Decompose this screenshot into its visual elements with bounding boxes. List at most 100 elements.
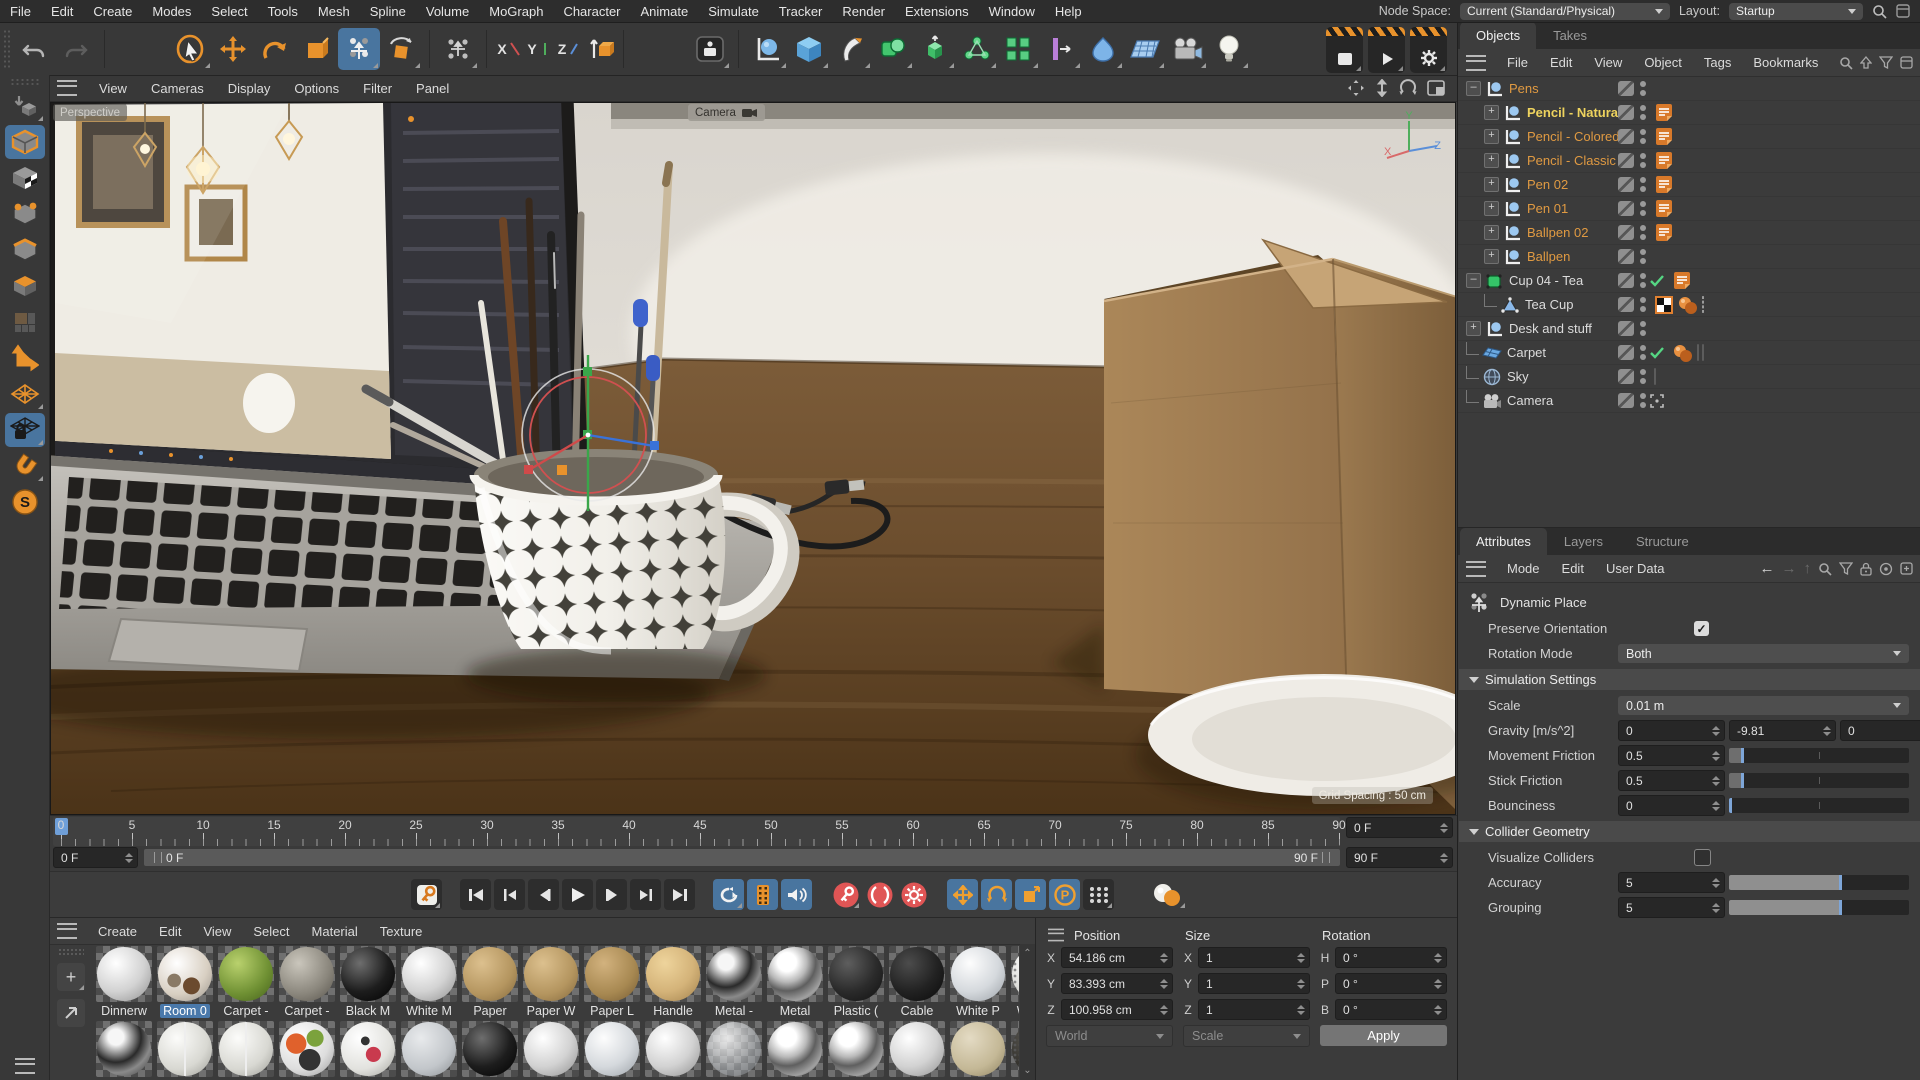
material-thumbnail[interactable] bbox=[828, 1021, 884, 1077]
attribute-menu-mode[interactable]: Mode bbox=[1496, 561, 1551, 576]
keyframe-selection-button[interactable] bbox=[1083, 879, 1114, 910]
visibility-dots[interactable] bbox=[1640, 105, 1646, 120]
object-row-ballpen-02[interactable]: + Ballpen 02 bbox=[1458, 221, 1920, 245]
rotation-p-field[interactable]: 0 ° bbox=[1335, 973, 1447, 994]
menu-help[interactable]: Help bbox=[1045, 4, 1092, 19]
record-parameter-button[interactable]: P bbox=[1049, 879, 1080, 910]
material-menu-material[interactable]: Material bbox=[301, 924, 369, 939]
goto-next-frame-button[interactable] bbox=[596, 879, 627, 910]
menu-render[interactable]: Render bbox=[832, 4, 895, 19]
visibility-dots[interactable] bbox=[1640, 177, 1646, 192]
menu-simulate[interactable]: Simulate bbox=[698, 4, 769, 19]
material-thumbnail[interactable] bbox=[157, 946, 213, 1002]
rotation-mode-select[interactable]: Both bbox=[1618, 644, 1909, 663]
object-name[interactable]: Ballpen bbox=[1527, 249, 1570, 264]
null-object-icon[interactable] bbox=[1502, 128, 1522, 146]
accuracy-field[interactable]: 5 bbox=[1618, 872, 1725, 893]
camera-label[interactable]: Camera bbox=[688, 104, 765, 121]
material-thumbnail[interactable] bbox=[340, 1021, 396, 1077]
note-tag[interactable] bbox=[1654, 175, 1674, 195]
material-thumbnail[interactable] bbox=[767, 946, 823, 1002]
toolbar-grip[interactable] bbox=[3, 28, 10, 69]
dolly-view-icon[interactable] bbox=[1375, 79, 1389, 97]
material-thumbnail[interactable] bbox=[889, 946, 945, 1002]
attribute-menu-edit[interactable]: Edit bbox=[1551, 561, 1595, 576]
model-mode-button[interactable] bbox=[4, 125, 45, 159]
object-name[interactable]: Carpet bbox=[1507, 345, 1546, 360]
material-thumbnail[interactable] bbox=[950, 1021, 1006, 1077]
goto-prev-key-button[interactable] bbox=[494, 879, 525, 910]
expand-toggle[interactable]: – bbox=[1466, 273, 1481, 288]
make-editable-button[interactable] bbox=[5, 89, 45, 123]
material-label[interactable]: White P bbox=[953, 1004, 1003, 1018]
visibility-dots[interactable] bbox=[1640, 225, 1646, 240]
record-scale-button[interactable] bbox=[1015, 879, 1046, 910]
null-object-button[interactable] bbox=[746, 28, 788, 70]
material-item[interactable]: Handle bbox=[644, 946, 702, 1018]
material-scrollbar[interactable]: ⌃ ⌄ bbox=[1020, 944, 1035, 1080]
material-item[interactable] bbox=[95, 1021, 153, 1077]
visibility-dots[interactable] bbox=[1640, 321, 1646, 336]
material-item[interactable] bbox=[644, 1021, 702, 1077]
toggle-views-icon[interactable] bbox=[1427, 80, 1445, 96]
visibility-dots[interactable] bbox=[1640, 393, 1646, 408]
current-frame-field[interactable]: 0 F bbox=[53, 847, 138, 868]
null-object-icon[interactable] bbox=[1502, 224, 1522, 242]
material-item[interactable] bbox=[949, 1021, 1007, 1077]
object-row-carpet[interactable]: Carpet bbox=[1458, 341, 1920, 365]
object-name[interactable]: Pen 01 bbox=[1527, 201, 1568, 216]
viewport-menu-filter[interactable]: Filter bbox=[351, 81, 404, 96]
material-label[interactable]: Metal bbox=[777, 1004, 814, 1018]
material-label[interactable]: Paper W bbox=[524, 1004, 579, 1018]
note-tag[interactable] bbox=[1654, 127, 1674, 147]
layer-chip[interactable] bbox=[1618, 273, 1634, 288]
material-label[interactable]: Paper bbox=[470, 1004, 509, 1018]
point-mode-button[interactable] bbox=[5, 197, 45, 231]
object-row-pen-01[interactable]: + Pen 01 bbox=[1458, 197, 1920, 221]
object-menu-view[interactable]: View bbox=[1583, 55, 1633, 70]
undo-button[interactable] bbox=[13, 28, 55, 70]
filter-funnel-icon[interactable] bbox=[1839, 562, 1853, 575]
material-item[interactable]: Paper L bbox=[583, 946, 641, 1018]
material-menu-create[interactable]: Create bbox=[87, 924, 148, 939]
material-item[interactable] bbox=[400, 1021, 458, 1077]
layer-chip[interactable] bbox=[1618, 153, 1634, 168]
null-object-icon[interactable] bbox=[1502, 176, 1522, 194]
start-frame-field[interactable]: 0 F bbox=[1346, 817, 1453, 838]
material-label[interactable]: White M bbox=[403, 1004, 455, 1018]
node-space-select[interactable]: Current (Standard/Physical) bbox=[1459, 2, 1670, 20]
palette-grip[interactable] bbox=[9, 78, 40, 86]
spline-pen-button[interactable] bbox=[830, 28, 872, 70]
simulation-settings-header[interactable]: Simulation Settings bbox=[1459, 669, 1920, 690]
material-item[interactable]: Carpet - bbox=[217, 946, 275, 1018]
null-object-icon[interactable] bbox=[1502, 248, 1522, 266]
size-y-field[interactable]: 1 bbox=[1198, 973, 1310, 994]
workplane-lock-button[interactable] bbox=[4, 413, 45, 447]
gravity-x-field[interactable]: 0 bbox=[1618, 720, 1725, 741]
visibility-dots[interactable] bbox=[1640, 345, 1646, 360]
add-panel-icon[interactable] bbox=[1900, 562, 1913, 575]
material-thumbnail[interactable] bbox=[523, 946, 579, 1002]
object-menu-file[interactable]: File bbox=[1496, 55, 1539, 70]
rotation-b-field[interactable]: 0 ° bbox=[1335, 999, 1447, 1020]
interface-icon[interactable] bbox=[1896, 4, 1910, 18]
viewport-menu-view[interactable]: View bbox=[87, 81, 139, 96]
material-item[interactable]: Cable bbox=[888, 946, 946, 1018]
hamburger-icon[interactable] bbox=[1048, 928, 1064, 942]
material-label[interactable]: Carpet - bbox=[281, 1004, 332, 1018]
scatter-tool[interactable] bbox=[437, 28, 479, 70]
material-item[interactable] bbox=[888, 1021, 946, 1077]
search-icon[interactable] bbox=[1872, 4, 1887, 19]
material-item[interactable] bbox=[156, 1021, 214, 1077]
position-y-field[interactable]: 83.393 cm bbox=[1061, 973, 1173, 994]
coordinate-space-select[interactable]: World bbox=[1046, 1025, 1173, 1047]
end-frame-field[interactable]: 90 F bbox=[1346, 847, 1453, 868]
tweak-mode-button[interactable] bbox=[5, 305, 45, 339]
material-thumbnail[interactable] bbox=[279, 946, 335, 1002]
filter-funnel-icon[interactable] bbox=[1879, 56, 1893, 69]
material-label[interactable]: Handle bbox=[650, 1004, 696, 1018]
material-item[interactable]: Metal bbox=[766, 946, 824, 1018]
layout-select[interactable]: Startup bbox=[1729, 2, 1863, 20]
material-thumbnail[interactable] bbox=[96, 946, 152, 1002]
material-label[interactable]: Carpet - bbox=[220, 1004, 271, 1018]
